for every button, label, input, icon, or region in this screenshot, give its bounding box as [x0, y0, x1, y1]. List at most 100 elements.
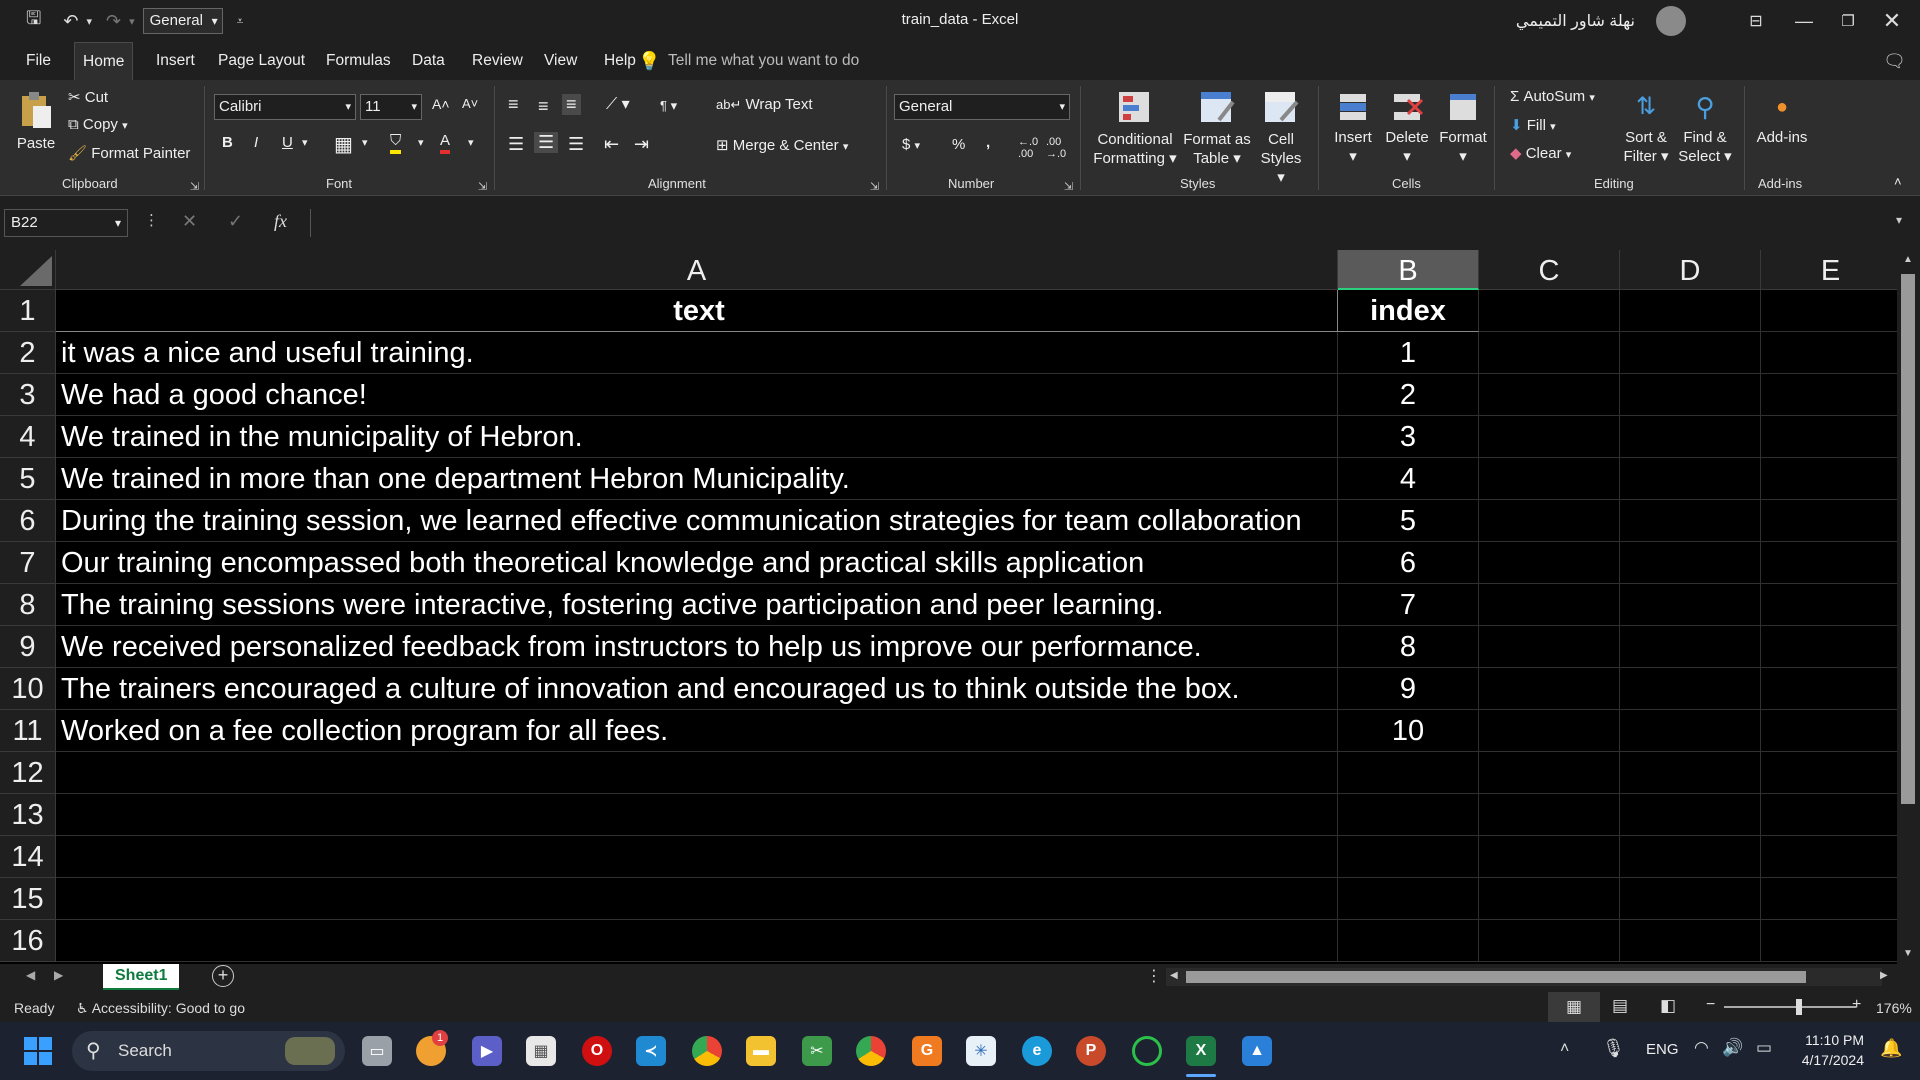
cell-c9[interactable]	[1479, 626, 1620, 668]
row-header-12[interactable]: 12	[0, 752, 56, 794]
tray-chevron-icon[interactable]: ˄	[1560, 1040, 1569, 1058]
cell-b8[interactable]: 7	[1338, 584, 1479, 626]
cell-a14[interactable]	[56, 836, 1338, 878]
cell-e12[interactable]	[1761, 752, 1897, 794]
borders-icon[interactable]: ▦	[334, 132, 353, 157]
addins-button[interactable]: ● Add-ins	[1752, 90, 1812, 147]
cell-e11[interactable]	[1761, 710, 1897, 752]
find-select-button[interactable]: ⚲ Find & Select ▾	[1676, 90, 1734, 166]
cell-a13[interactable]	[56, 794, 1338, 836]
menu-data[interactable]: Data	[404, 42, 453, 80]
battery-icon[interactable]: ▭	[1756, 1038, 1772, 1058]
row-header-15[interactable]: 15	[0, 878, 56, 920]
cell-b4[interactable]: 3	[1338, 416, 1479, 458]
cell-a9[interactable]: We received personalized feedback from i…	[56, 626, 1338, 668]
cell-d3[interactable]	[1620, 374, 1761, 416]
comments-icon[interactable]: 🗨	[1879, 48, 1910, 74]
more-options-icon[interactable]: ⋮	[144, 211, 159, 229]
cell-e10[interactable]	[1761, 668, 1897, 710]
bold-button[interactable]: B	[222, 134, 233, 151]
cell-c7[interactable]	[1479, 542, 1620, 584]
cell-d9[interactable]	[1620, 626, 1761, 668]
cell-b12[interactable]	[1338, 752, 1479, 794]
cell-b14[interactable]	[1338, 836, 1479, 878]
decrease-decimal-icon[interactable]: .00 →.0	[1046, 136, 1066, 160]
cell-styles-button[interactable]: Cell Styles ▾	[1256, 90, 1306, 187]
cell-b3[interactable]: 2	[1338, 374, 1479, 416]
align-right-icon[interactable]: ☰	[568, 134, 584, 155]
cell-b9[interactable]: 8	[1338, 626, 1479, 668]
align-top-icon[interactable]: ≡	[508, 94, 519, 115]
cell-c5[interactable]	[1479, 458, 1620, 500]
language-indicator[interactable]: ENG	[1646, 1041, 1679, 1058]
row-header-4[interactable]: 4	[0, 416, 56, 458]
vertical-scroll-thumb[interactable]	[1901, 274, 1915, 804]
orientation-icon[interactable]: ⟋ ▾	[606, 94, 630, 114]
cell-a5[interactable]: We trained in more than one department H…	[56, 458, 1338, 500]
undo-icon[interactable]: ↶	[59, 8, 82, 34]
cell-e15[interactable]	[1761, 878, 1897, 920]
avatar[interactable]	[1656, 6, 1686, 36]
cell-c11[interactable]	[1479, 710, 1620, 752]
cell-a7[interactable]: Our training encompassed both theoretica…	[56, 542, 1338, 584]
row-header-6[interactable]: 6	[0, 500, 56, 542]
task-view-icon[interactable]: ▭	[362, 1036, 392, 1066]
cell-b5[interactable]: 4	[1338, 458, 1479, 500]
cut-button[interactable]: ✂ Cut	[68, 88, 108, 106]
cell-c16[interactable]	[1479, 920, 1620, 962]
photos-icon[interactable]: ▲	[1242, 1036, 1272, 1066]
increase-decimal-icon[interactable]: ←.0.00	[1018, 136, 1038, 160]
column-header-a[interactable]: A	[56, 250, 1338, 290]
scroll-left-icon[interactable]: ◀	[1170, 970, 1178, 981]
menu-help[interactable]: Help	[596, 42, 644, 80]
sort-filter-button[interactable]: ⇅ Sort & Filter ▾	[1616, 90, 1676, 166]
increase-font-icon[interactable]: A˄	[432, 96, 450, 112]
accessibility-status[interactable]: ♿ Accessibility: Good to go	[76, 1000, 245, 1017]
cell-d10[interactable]	[1620, 668, 1761, 710]
column-header-c[interactable]: C	[1479, 250, 1620, 290]
underline-button[interactable]: U	[282, 134, 293, 151]
cell-e4[interactable]	[1761, 416, 1897, 458]
cell-e8[interactable]	[1761, 584, 1897, 626]
scroll-up-icon[interactable]: ▲	[1903, 254, 1913, 265]
row-header-1[interactable]: 1	[0, 290, 56, 332]
delete-cells-button[interactable]: Delete ▾	[1380, 90, 1434, 166]
cell-c3[interactable]	[1479, 374, 1620, 416]
close-icon[interactable]: ✕	[1864, 0, 1920, 42]
cell-e9[interactable]	[1761, 626, 1897, 668]
insert-function-button[interactable]: fx	[274, 211, 287, 232]
paste-button[interactable]: Paste	[14, 90, 58, 153]
store-icon[interactable]: ▦	[526, 1036, 556, 1066]
cell-d6[interactable]	[1620, 500, 1761, 542]
cell-e1[interactable]	[1761, 290, 1897, 332]
powerpoint-icon[interactable]: P	[1076, 1036, 1106, 1066]
italic-button[interactable]: I	[254, 134, 258, 151]
cell-e14[interactable]	[1761, 836, 1897, 878]
format-cells-button[interactable]: Format ▾	[1434, 90, 1492, 166]
horizontal-scroll-thumb[interactable]	[1186, 971, 1806, 983]
cell-e7[interactable]	[1761, 542, 1897, 584]
normal-view-icon[interactable]: ▦	[1548, 992, 1600, 1022]
cell-a3[interactable]: We had a good chance!	[56, 374, 1338, 416]
page-break-view-icon[interactable]: ◧	[1660, 996, 1676, 1016]
cell-a11[interactable]: Worked on a fee collection program for a…	[56, 710, 1338, 752]
fill-color-dropdown-icon[interactable]: ▾	[418, 136, 424, 149]
cell-c15[interactable]	[1479, 878, 1620, 920]
wrap-text-button[interactable]: ab↵ Wrap Text	[716, 96, 813, 113]
increase-indent-icon[interactable]: ⇥	[634, 134, 649, 155]
prev-sheet-icon[interactable]: ◀	[26, 968, 35, 982]
row-header-7[interactable]: 7	[0, 542, 56, 584]
redo-dropdown-icon[interactable]: ▾	[125, 8, 139, 34]
scroll-right-icon[interactable]: ▶	[1880, 970, 1888, 981]
decrease-indent-icon[interactable]: ⇤	[604, 134, 619, 155]
number-launcher-icon[interactable]: ⇲	[1064, 180, 1073, 193]
cell-d7[interactable]	[1620, 542, 1761, 584]
page-layout-view-icon[interactable]: ▤	[1612, 996, 1628, 1016]
select-all-corner[interactable]	[0, 250, 56, 290]
row-header-14[interactable]: 14	[0, 836, 56, 878]
cell-c14[interactable]	[1479, 836, 1620, 878]
cell-d12[interactable]	[1620, 752, 1761, 794]
cell-d5[interactable]	[1620, 458, 1761, 500]
zoom-level[interactable]: 176%	[1876, 1000, 1912, 1016]
cell-d14[interactable]	[1620, 836, 1761, 878]
